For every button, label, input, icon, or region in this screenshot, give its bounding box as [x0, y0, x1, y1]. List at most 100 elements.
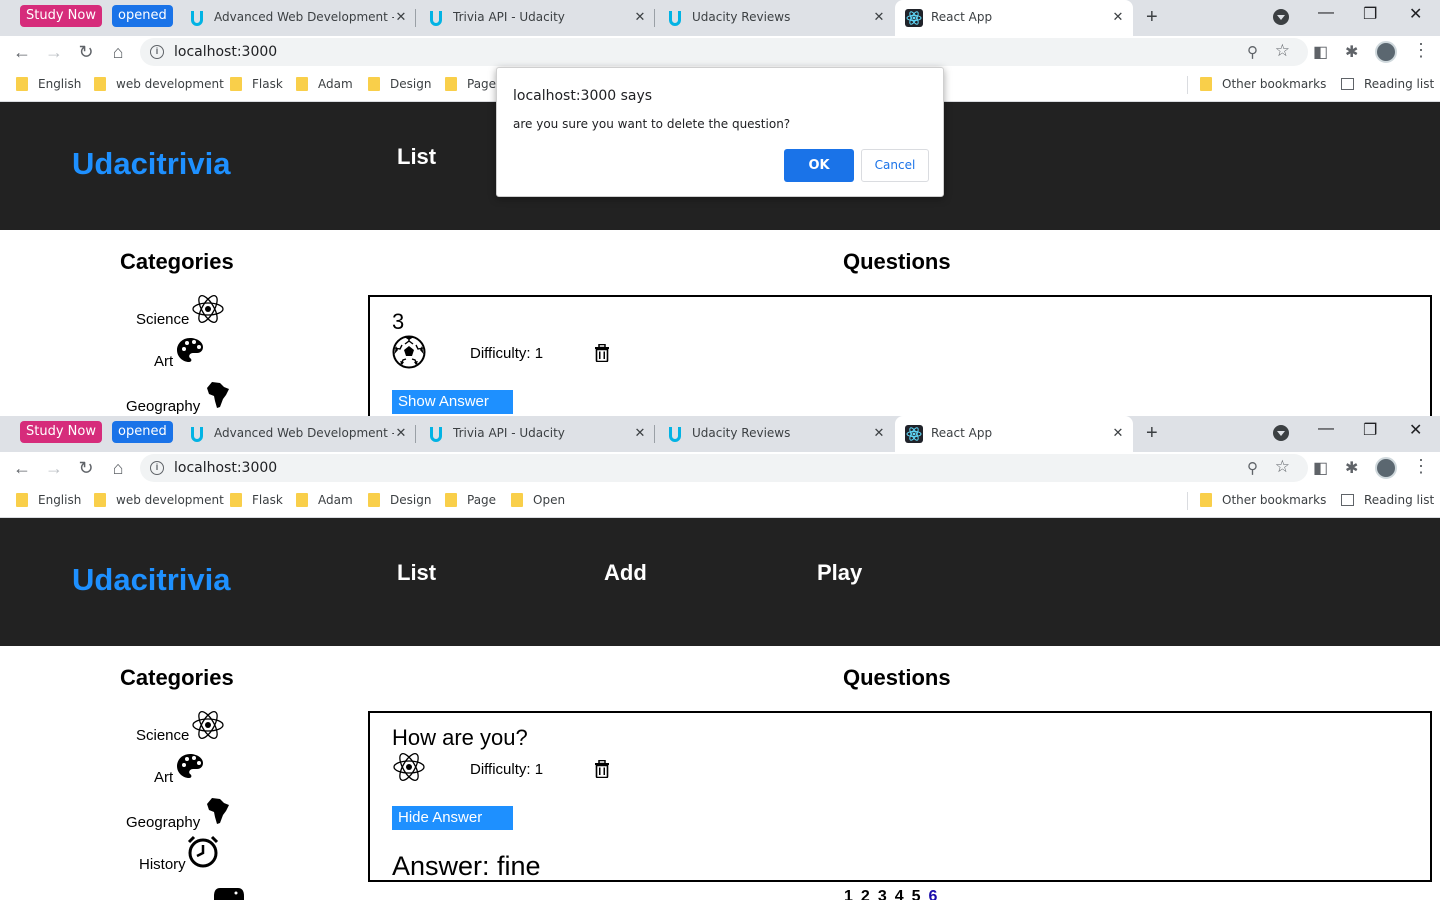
close-tab-icon[interactable]: ✕ — [631, 424, 649, 442]
category-geography[interactable]: Geography — [126, 398, 200, 415]
bookmark-star-icon[interactable]: ☆ — [1275, 41, 1290, 61]
category-science[interactable]: Science — [136, 727, 189, 744]
hide-answer-button[interactable]: Hide Answer — [392, 806, 513, 830]
trash-icon[interactable] — [594, 344, 610, 362]
page-link[interactable]: 2 — [861, 888, 870, 900]
new-tab-button[interactable]: + — [1146, 6, 1158, 28]
maximize-icon[interactable]: ❐ — [1363, 420, 1377, 440]
page-link[interactable]: 5 — [912, 888, 921, 900]
category-science[interactable]: Science — [136, 311, 189, 328]
home-icon[interactable]: ⌂ — [106, 40, 130, 64]
minimize-icon[interactable]: — — [1318, 4, 1334, 22]
tab-udacity-reviews[interactable]: Udacity Reviews ✕ — [656, 416, 894, 452]
tab-search-icon[interactable] — [1273, 425, 1289, 441]
opened-badge[interactable]: opened — [112, 421, 173, 443]
bookmark-item[interactable]: English — [16, 77, 81, 91]
page-link[interactable]: 3 — [878, 888, 887, 900]
study-now-badge[interactable]: Study Now — [20, 5, 102, 27]
home-icon[interactable]: ⌂ — [106, 456, 130, 480]
menu-icon[interactable]: ⋮ — [1412, 40, 1430, 61]
address-bar[interactable]: i localhost:3000 ⚲ ☆ — [140, 454, 1308, 482]
nav-list[interactable]: List — [397, 560, 436, 586]
url-text[interactable]: localhost:3000 — [174, 44, 277, 60]
opened-badge[interactable]: opened — [112, 5, 173, 27]
bookmark-item[interactable]: web development — [94, 77, 224, 91]
nav-list[interactable]: List — [397, 144, 436, 170]
tab-react-app[interactable]: React App ✕ — [895, 416, 1133, 452]
extension-icon[interactable]: ◧ — [1313, 458, 1328, 478]
close-tab-icon[interactable]: ✕ — [870, 424, 888, 442]
minimize-icon[interactable]: — — [1318, 420, 1334, 438]
bookmark-item[interactable]: Adam — [296, 493, 353, 507]
tab-udacity-reviews[interactable]: Udacity Reviews ✕ — [656, 0, 894, 36]
forward-icon[interactable]: → — [42, 40, 66, 64]
category-art[interactable]: Art — [154, 353, 173, 370]
category-art[interactable]: Art — [154, 769, 173, 786]
close-tab-icon[interactable]: ✕ — [1109, 424, 1127, 442]
bookmark-item[interactable]: Page — [445, 493, 496, 507]
window-close-icon[interactable]: ✕ — [1409, 4, 1422, 24]
window-close-icon[interactable]: ✕ — [1409, 420, 1422, 440]
address-bar[interactable]: i localhost:3000 ⚲ ☆ — [140, 38, 1308, 66]
maximize-icon[interactable]: ❐ — [1363, 4, 1377, 24]
bookmark-item[interactable]: Page — [445, 77, 496, 91]
reload-icon[interactable]: ↻ — [74, 40, 98, 64]
reading-list[interactable]: Reading list — [1341, 77, 1434, 91]
bookmark-item[interactable]: Design — [368, 77, 431, 91]
zoom-icon[interactable]: ⚲ — [1247, 459, 1258, 477]
url-text[interactable]: localhost:3000 — [174, 460, 277, 476]
tab-search-icon[interactable] — [1273, 9, 1289, 25]
categories-heading: Categories — [120, 249, 234, 274]
site-info-icon[interactable]: i — [150, 461, 164, 475]
bookmark-item[interactable]: English — [16, 493, 81, 507]
category-geography[interactable]: Geography — [126, 814, 200, 831]
tab-advanced-web-dev[interactable]: Advanced Web Development - U ✕ — [178, 416, 416, 452]
back-icon[interactable]: ← — [10, 40, 34, 64]
zoom-icon[interactable]: ⚲ — [1247, 43, 1258, 61]
new-tab-button[interactable]: + — [1146, 422, 1158, 444]
page-link-current[interactable]: 6 — [929, 888, 938, 900]
menu-icon[interactable]: ⋮ — [1412, 456, 1430, 477]
bookmark-item[interactable]: Flask — [230, 493, 283, 507]
back-icon[interactable]: ← — [10, 456, 34, 480]
nav-play[interactable]: Play — [817, 560, 862, 586]
page-link[interactable]: 1 — [844, 888, 853, 900]
close-tab-icon[interactable]: ✕ — [1109, 8, 1127, 26]
forward-icon[interactable]: → — [42, 456, 66, 480]
study-now-badge[interactable]: Study Now — [20, 421, 102, 443]
brand-logo[interactable]: Udacitrivia — [72, 562, 231, 598]
other-bookmarks[interactable]: Other bookmarks — [1200, 77, 1326, 91]
page-link[interactable]: 4 — [895, 888, 904, 900]
tab-advanced-web-dev[interactable]: Advanced Web Development - U ✕ — [178, 0, 416, 36]
reading-list[interactable]: Reading list — [1341, 493, 1434, 507]
bookmark-item[interactable]: Adam — [296, 77, 353, 91]
tab-title: Advanced Web Development - U — [214, 10, 394, 24]
site-info-icon[interactable]: i — [150, 45, 164, 59]
close-tab-icon[interactable]: ✕ — [870, 8, 888, 26]
tab-trivia-api[interactable]: Trivia API - Udacity ✕ — [417, 416, 655, 452]
avatar[interactable] — [1375, 457, 1397, 479]
bookmark-item[interactable]: Open — [511, 493, 565, 507]
bookmark-item[interactable]: Flask — [230, 77, 283, 91]
puzzle-icon[interactable]: ✱ — [1345, 458, 1358, 478]
bookmark-item[interactable]: web development — [94, 493, 224, 507]
nav-add[interactable]: Add — [604, 560, 647, 586]
brand-logo[interactable]: Udacitrivia — [72, 146, 231, 182]
close-tab-icon[interactable]: ✕ — [392, 8, 410, 26]
bookmark-star-icon[interactable]: ☆ — [1275, 457, 1290, 477]
trash-icon[interactable] — [594, 760, 610, 778]
reload-icon[interactable]: ↻ — [74, 456, 98, 480]
puzzle-icon[interactable]: ✱ — [1345, 42, 1358, 62]
category-history[interactable]: History — [139, 856, 186, 873]
bookmark-item[interactable]: Design — [368, 493, 431, 507]
other-bookmarks[interactable]: Other bookmarks — [1200, 493, 1326, 507]
ok-button[interactable]: OK — [784, 149, 854, 182]
close-tab-icon[interactable]: ✕ — [631, 8, 649, 26]
extension-icon[interactable]: ◧ — [1313, 42, 1328, 62]
show-answer-button[interactable]: Show Answer — [392, 390, 513, 414]
tab-trivia-api[interactable]: Trivia API - Udacity ✕ — [417, 0, 655, 36]
cancel-button[interactable]: Cancel — [861, 149, 929, 182]
close-tab-icon[interactable]: ✕ — [392, 424, 410, 442]
tab-react-app[interactable]: React App ✕ — [895, 0, 1133, 36]
avatar[interactable] — [1375, 41, 1397, 63]
